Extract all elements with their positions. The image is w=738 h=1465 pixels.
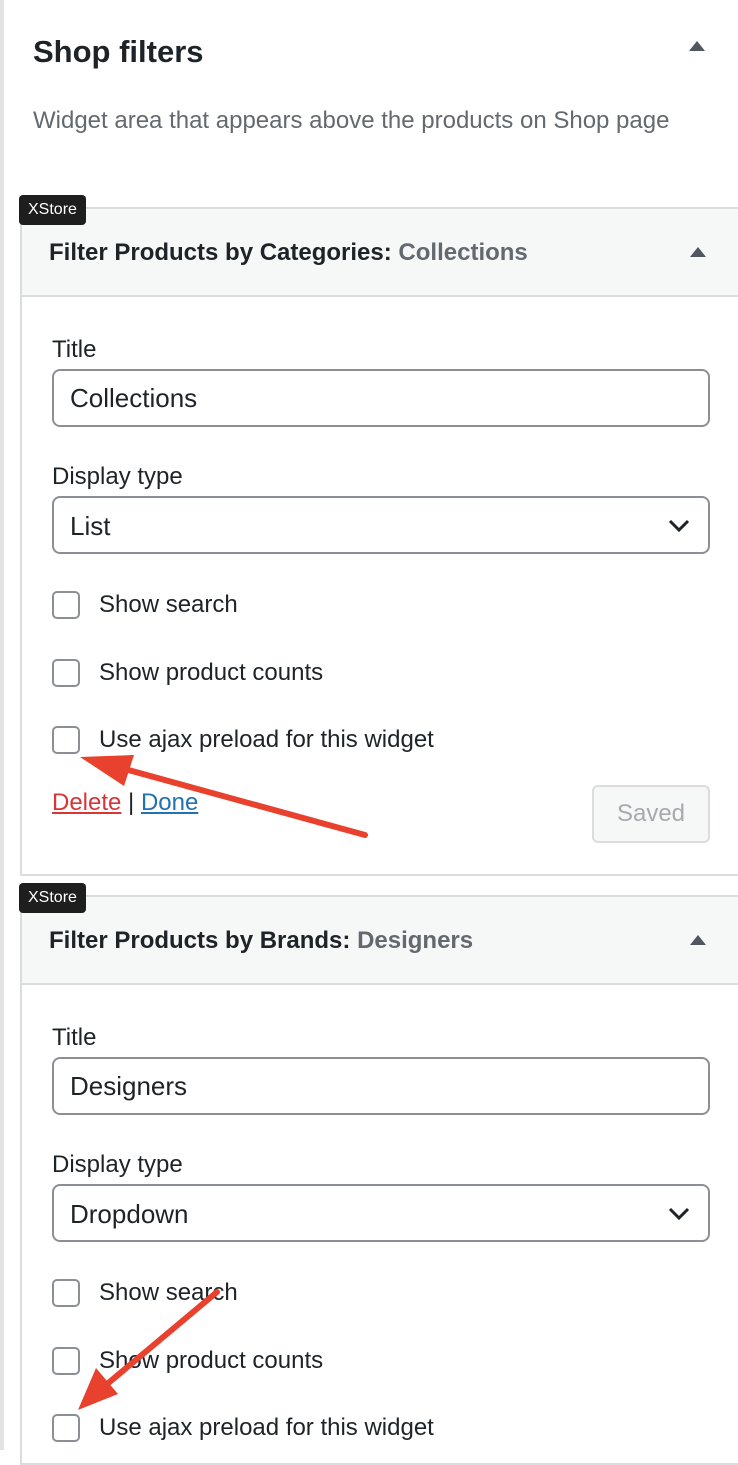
widget-title-main: Filter Products by Categories: (49, 239, 392, 266)
widget-actions: Delete | Done (52, 789, 198, 817)
widget-title-sub: Designers (357, 927, 474, 954)
chevron-down-icon (668, 519, 690, 533)
xstore-badge: XStore (19, 195, 86, 225)
show-counts-label: Show product counts (99, 1347, 324, 1374)
link-separator: | (128, 789, 135, 816)
collapse-area-icon[interactable] (689, 41, 705, 51)
display-type-select[interactable]: List (52, 496, 710, 554)
show-counts-checkbox[interactable] (52, 1347, 80, 1375)
widget-header[interactable]: Filter Products by Categories: Collectio… (22, 209, 738, 297)
ajax-preload-checkbox[interactable] (52, 726, 80, 754)
ajax-preload-checkbox[interactable] (52, 1414, 80, 1442)
display-type-value: List (70, 511, 111, 541)
title-label: Title (52, 1024, 97, 1051)
widget-categories: Filter Products by Categories: Collectio… (20, 207, 738, 876)
widget-brands: Filter Products by Brands: Designers Tit… (20, 895, 738, 1465)
widget-title-main: Filter Products by Brands: (49, 927, 351, 954)
area-title: Shop filters (33, 34, 204, 69)
display-type-value: Dropdown (70, 1199, 189, 1229)
widget-title-sub: Collections (398, 239, 528, 266)
xstore-badge: XStore (19, 883, 86, 913)
widget-header[interactable]: Filter Products by Brands: Designers (22, 897, 738, 985)
display-type-label: Display type (52, 1151, 183, 1178)
done-link[interactable]: Done (141, 789, 198, 816)
widget-title: Filter Products by Categories: Collectio… (49, 239, 528, 267)
saved-button[interactable]: Saved (592, 785, 710, 843)
show-search-label: Show search (99, 1279, 238, 1306)
display-type-label: Display type (52, 463, 183, 490)
display-type-select[interactable]: Dropdown (52, 1184, 710, 1242)
widget-title: Filter Products by Brands: Designers (49, 927, 473, 955)
show-counts-checkbox[interactable] (52, 659, 80, 687)
collapse-widget-icon[interactable] (690, 935, 706, 945)
collapse-widget-icon[interactable] (690, 247, 706, 257)
ajax-preload-label: Use ajax preload for this widget (99, 1414, 434, 1441)
sidebar-border (0, 0, 4, 1450)
chevron-down-icon (668, 1207, 690, 1221)
delete-link[interactable]: Delete (52, 789, 121, 816)
title-input[interactable] (52, 369, 710, 427)
show-counts-label: Show product counts (99, 659, 324, 686)
ajax-preload-label: Use ajax preload for this widget (99, 726, 434, 753)
title-label: Title (52, 336, 97, 363)
title-input[interactable] (52, 1057, 710, 1115)
area-description: Widget area that appears above the produ… (33, 107, 670, 134)
show-search-label: Show search (99, 591, 238, 618)
show-search-checkbox[interactable] (52, 1279, 80, 1307)
show-search-checkbox[interactable] (52, 591, 80, 619)
